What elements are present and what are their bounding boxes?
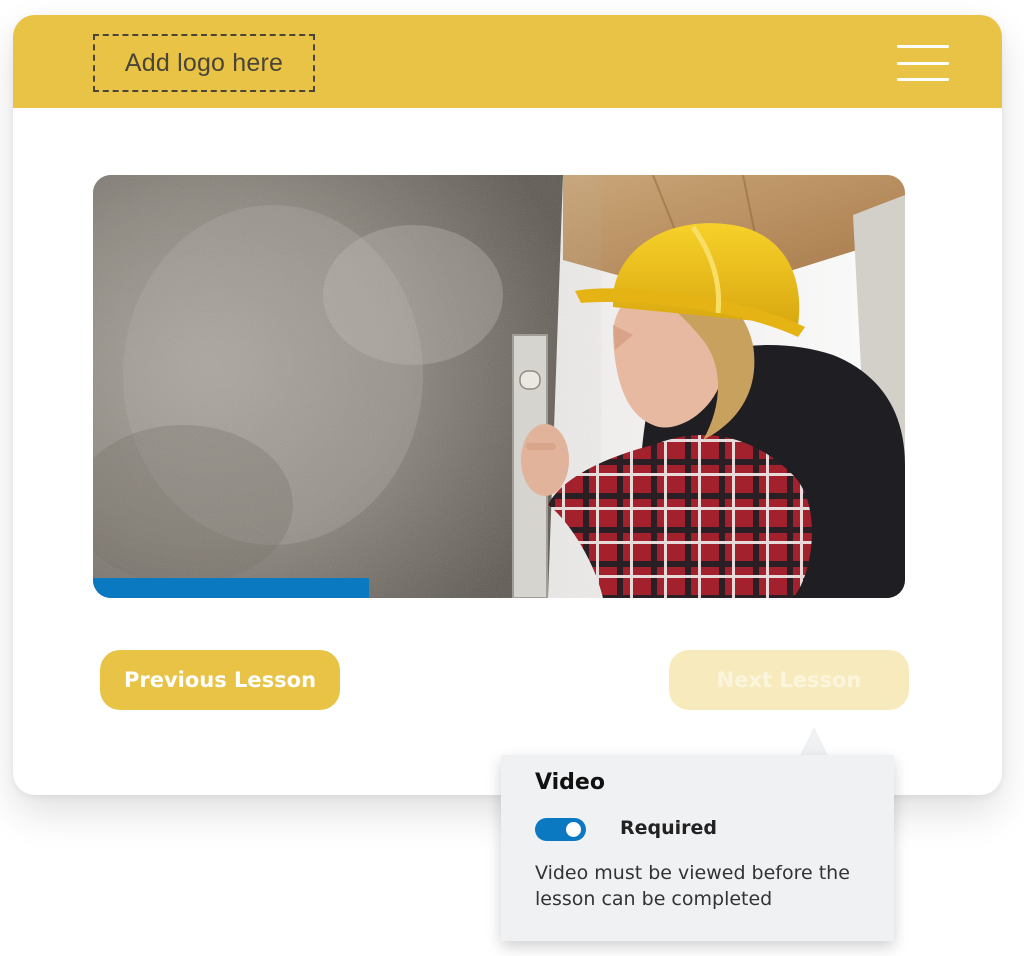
logo-placeholder-text: Add logo here: [124, 48, 284, 77]
hamburger-menu-icon[interactable]: [897, 45, 949, 81]
video-progress-bar[interactable]: [93, 578, 905, 598]
required-toggle[interactable]: [535, 818, 586, 841]
video-requirement-popover: Video Required Video must be viewed befo…: [501, 755, 894, 941]
popover-arrow: [800, 727, 828, 755]
video-frame-image: [93, 175, 905, 598]
menu-line: [897, 61, 949, 65]
video-player[interactable]: [93, 175, 905, 598]
popover-description: Video must be viewed before the lesson c…: [535, 862, 850, 910]
popover-title: Video: [535, 770, 605, 795]
logo-placeholder[interactable]: Add logo here: [93, 34, 315, 92]
menu-line: [897, 78, 949, 81]
header-bar: Add logo here: [13, 15, 1002, 108]
toggle-knob: [566, 822, 581, 837]
next-lesson-button[interactable]: Next Lesson: [669, 650, 909, 710]
required-label: Required: [620, 817, 718, 839]
previous-lesson-button[interactable]: Previous Lesson: [100, 650, 340, 710]
video-progress-fill: [93, 578, 370, 598]
lesson-window: Add logo here Previous Lesson Next Lesso…: [13, 15, 1002, 795]
menu-line: [897, 45, 949, 48]
